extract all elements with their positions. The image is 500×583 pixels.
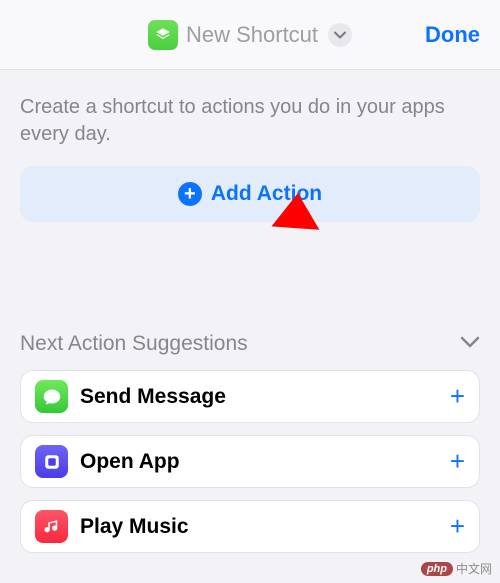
suggestion-label: Send Message <box>80 385 450 409</box>
music-icon <box>35 510 68 543</box>
suggestion-open-app[interactable]: Open App + <box>20 435 480 488</box>
add-action-label: Add Action <box>211 182 322 206</box>
suggestions-title: Next Action Suggestions <box>20 332 248 356</box>
suggestion-play-music[interactable]: Play Music + <box>20 500 480 553</box>
plus-circle-icon <box>178 182 202 206</box>
suggestions-header[interactable]: Next Action Suggestions <box>20 332 480 356</box>
content-area: Create a shortcut to actions you do in y… <box>0 70 500 553</box>
page-title: New Shortcut <box>186 22 318 48</box>
messages-icon <box>35 380 68 413</box>
chevron-down-icon <box>334 31 346 39</box>
chevron-down-icon <box>460 336 480 348</box>
suggestion-label: Play Music <box>80 515 450 539</box>
suggestion-send-message[interactable]: Send Message + <box>20 370 480 423</box>
add-suggestion-icon[interactable]: + <box>450 446 465 477</box>
watermark-text: 中文网 <box>456 560 492 577</box>
shortcuts-icon <box>35 445 68 478</box>
header-bar: New Shortcut Done <box>0 0 500 70</box>
add-suggestion-icon[interactable]: + <box>450 381 465 412</box>
watermark-badge: php <box>421 562 453 576</box>
shortcuts-app-icon <box>148 20 178 50</box>
add-action-button[interactable]: Add Action <box>20 166 480 222</box>
description-text: Create a shortcut to actions you do in y… <box>20 94 480 148</box>
layers-icon <box>154 26 172 44</box>
collapse-suggestions-button[interactable] <box>460 335 480 353</box>
title-dropdown-button[interactable] <box>328 23 352 47</box>
add-suggestion-icon[interactable]: + <box>450 511 465 542</box>
done-button[interactable]: Done <box>425 22 480 48</box>
header-center: New Shortcut <box>148 20 352 50</box>
suggestion-label: Open App <box>80 450 450 474</box>
watermark: php 中文网 <box>421 560 492 577</box>
